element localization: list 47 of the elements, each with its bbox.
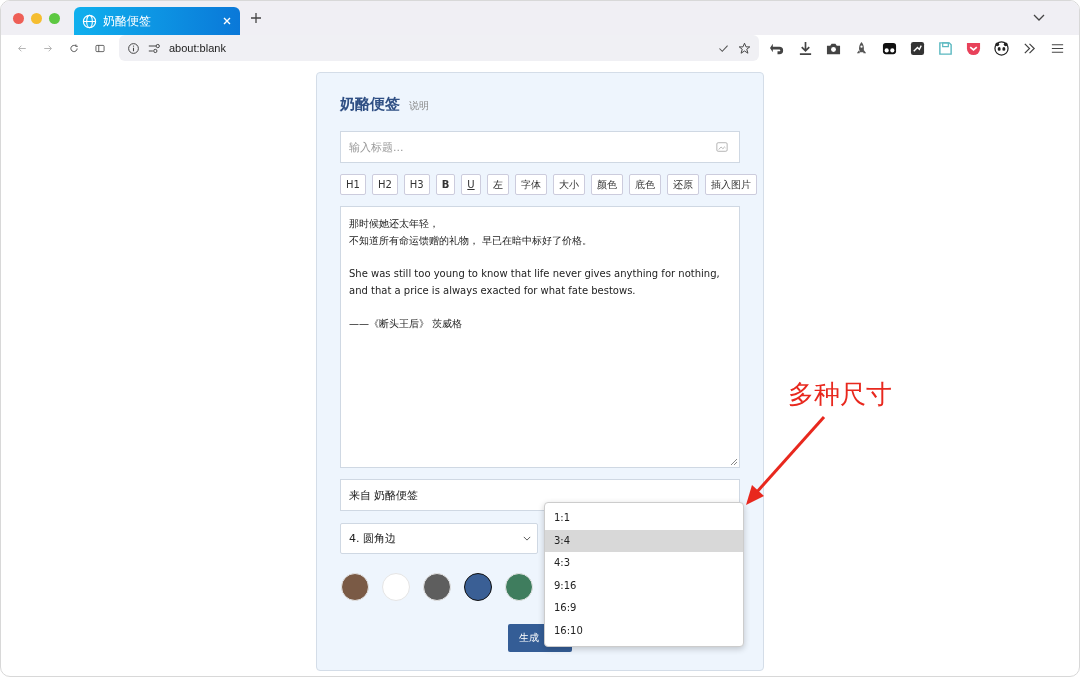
minimize-window-dot[interactable] bbox=[31, 12, 42, 24]
mask-icon[interactable] bbox=[881, 40, 897, 56]
chevron-down-icon[interactable] bbox=[1033, 14, 1045, 22]
panda-icon[interactable] bbox=[993, 40, 1009, 56]
size-option[interactable]: 9:16 bbox=[545, 574, 743, 597]
text-line: She was still too young to know that life never gives anything for nothing, bbox=[349, 267, 721, 281]
sliders-icon[interactable] bbox=[148, 41, 161, 55]
address-bar[interactable]: about:blank bbox=[119, 35, 759, 61]
text-line: ——《断头王后》 茨威格 bbox=[349, 317, 464, 331]
format-button[interactable]: U bbox=[461, 174, 481, 195]
size-option[interactable]: 16:9 bbox=[545, 597, 743, 620]
format-button[interactable]: 字体 bbox=[514, 174, 547, 195]
pocket-icon[interactable] bbox=[965, 40, 981, 56]
app-title: 奶酪便签 bbox=[340, 95, 400, 114]
app-icon[interactable] bbox=[909, 40, 925, 56]
text-line: 那时候她还太年轻， bbox=[349, 217, 440, 231]
format-button[interactable]: H1 bbox=[340, 174, 366, 195]
new-tab-icon[interactable] bbox=[250, 12, 262, 24]
format-button[interactable]: H3 bbox=[403, 174, 430, 195]
format-button[interactable]: 底色 bbox=[628, 174, 661, 195]
help-link[interactable]: 说明 bbox=[409, 99, 429, 113]
editor-field[interactable]: 那时候她还太年轻， 不知道所有命运馈赠的礼物， 早已在暗中标好了价格。 She was still too young to know that life never gives anything for nothing, and that a price is always exacted for what fate bestows. ——《断头王后》 茨威格 bbox=[340, 206, 740, 468]
size-option[interactable]: 3:4 bbox=[545, 529, 743, 552]
format-button[interactable]: 颜色 bbox=[590, 174, 623, 195]
title-field[interactable]: 输入标题... bbox=[340, 131, 740, 163]
format-button[interactable]: 还原 bbox=[666, 174, 699, 195]
text-line: 不知道所有命运馈赠的礼物， 早已在暗中标好了价格。 bbox=[349, 234, 594, 248]
info-icon[interactable] bbox=[127, 41, 140, 55]
download-icon[interactable] bbox=[797, 40, 813, 56]
format-button[interactable]: 插入图片 bbox=[704, 174, 757, 195]
address-text: about:blank bbox=[169, 42, 226, 54]
caret-icon bbox=[523, 536, 531, 541]
close-icon[interactable] bbox=[222, 16, 232, 26]
resize-handle-icon[interactable] bbox=[730, 458, 738, 466]
format-button[interactable]: B bbox=[435, 174, 456, 195]
format-button[interactable]: H2 bbox=[371, 174, 398, 195]
close-window-dot[interactable] bbox=[13, 12, 24, 24]
text-line: and that a price is always exacted for what fate bestows. bbox=[349, 284, 637, 298]
size-option[interactable]: 4:3 bbox=[545, 552, 743, 575]
color-swatch[interactable] bbox=[464, 573, 492, 601]
format-button[interactable]: 左 bbox=[486, 174, 509, 195]
format-button[interactable]: 大小 bbox=[552, 174, 585, 195]
style-select[interactable]: 4. 圆角边 bbox=[340, 523, 538, 554]
maximize-window-dot[interactable] bbox=[49, 12, 60, 24]
globe-icon bbox=[82, 13, 97, 29]
annotation-text: 多种尺寸 bbox=[788, 378, 892, 411]
star-icon[interactable] bbox=[738, 41, 751, 55]
